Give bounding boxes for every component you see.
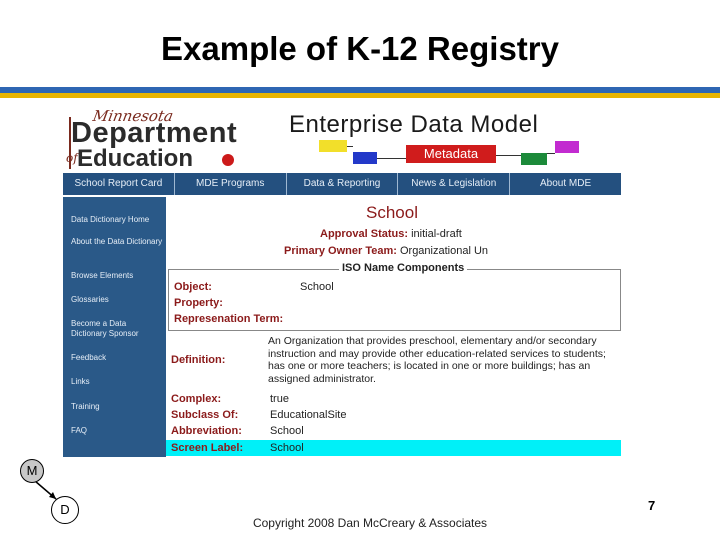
owner-team-value: Organizational Un [399, 245, 489, 257]
sidebar-item-browse[interactable]: Browse Elements [71, 271, 163, 281]
nav-item-news[interactable]: News & Legislation [398, 173, 511, 195]
sidebar-item-glossaries[interactable]: Glossaries [71, 295, 163, 305]
iso-components-title: ISO Name Components [339, 262, 468, 274]
element-name-heading: School [366, 203, 418, 222]
sidebar-item-sponsor[interactable]: Become a Data Dictionary Sponsor [71, 319, 163, 339]
abbreviation-value: School [270, 425, 304, 437]
screen-label-value: School [270, 442, 304, 454]
property-label: Property: [174, 297, 223, 309]
model-connector [377, 158, 406, 159]
badge-m: M [20, 459, 44, 483]
object-value: School [300, 281, 334, 293]
edm-title: Enterprise Data Model [289, 111, 539, 138]
complex-label: Complex: [171, 393, 222, 405]
object-label: Object: [174, 281, 212, 293]
title-rule-gold [0, 93, 720, 98]
nav-item-data-reporting[interactable]: Data & Reporting [287, 173, 399, 195]
sidebar-item-feedback[interactable]: Feedback [71, 353, 163, 363]
metadata-box: Metadata [406, 145, 496, 163]
model-box-green [521, 153, 547, 165]
sidebar: Data Dictionary Home About the Data Dict… [63, 197, 166, 457]
approval-status-row: Approval Status: initial-draft [320, 228, 462, 240]
approval-status-value: initial-draft [411, 228, 462, 240]
logo-of-text: of [66, 151, 78, 165]
abbreviation-label: Abbreviation: [171, 425, 242, 437]
complex-value: true [270, 393, 289, 405]
sidebar-item-faq[interactable]: FAQ [71, 426, 163, 436]
nav-item-about[interactable]: About MDE [510, 173, 621, 195]
element-detail: School Approval Status: initial-draft Pr… [166, 197, 621, 457]
model-connector [347, 146, 353, 147]
definition-label: Definition: [171, 354, 226, 366]
logo-education-text: Education [77, 145, 194, 172]
site-banner: Minnesota Department of Education Enterp… [63, 107, 621, 172]
nav-item-report-card[interactable]: School Report Card [63, 173, 175, 195]
registry-screenshot: Minnesota Department of Education Enterp… [63, 107, 621, 457]
subclass-value: EducationalSite [270, 409, 347, 421]
representation-term-label: Represenation Term: [174, 313, 284, 325]
approval-status-label: Approval Status: [320, 228, 409, 240]
owner-team-label: Primary Owner Team: [284, 245, 397, 257]
model-connector [496, 155, 521, 156]
slide-title: Example of K-12 Registry [161, 30, 559, 67]
sidebar-item-about[interactable]: About the Data Dictionary [71, 237, 163, 247]
top-nav: School Report Card MDE Programs Data & R… [63, 173, 621, 195]
definition-value: An Organization that provides preschool,… [268, 335, 606, 385]
apple-icon [222, 154, 234, 166]
model-box-magenta [555, 141, 579, 153]
owner-team-row: Primary Owner Team: Organizational Un [284, 245, 488, 257]
screen-label-label: Screen Label: [171, 442, 244, 454]
model-box-yellow [319, 140, 347, 152]
nav-item-programs[interactable]: MDE Programs [175, 173, 287, 195]
model-box-blue [353, 152, 377, 164]
iso-components-box: ISO Name Components Object: School Prope… [168, 262, 621, 331]
subclass-label: Subclass Of: [171, 409, 239, 421]
sidebar-item-home[interactable]: Data Dictionary Home [71, 215, 163, 225]
mde-logo[interactable]: Minnesota Department of Education [63, 107, 263, 172]
page-number: 7 [648, 498, 656, 513]
copyright-footer: Copyright 2008 Dan McCreary & Associates [252, 516, 488, 530]
model-connector [547, 153, 555, 154]
sidebar-item-links[interactable]: Links [71, 377, 163, 387]
sidebar-item-training[interactable]: Training [71, 402, 163, 412]
